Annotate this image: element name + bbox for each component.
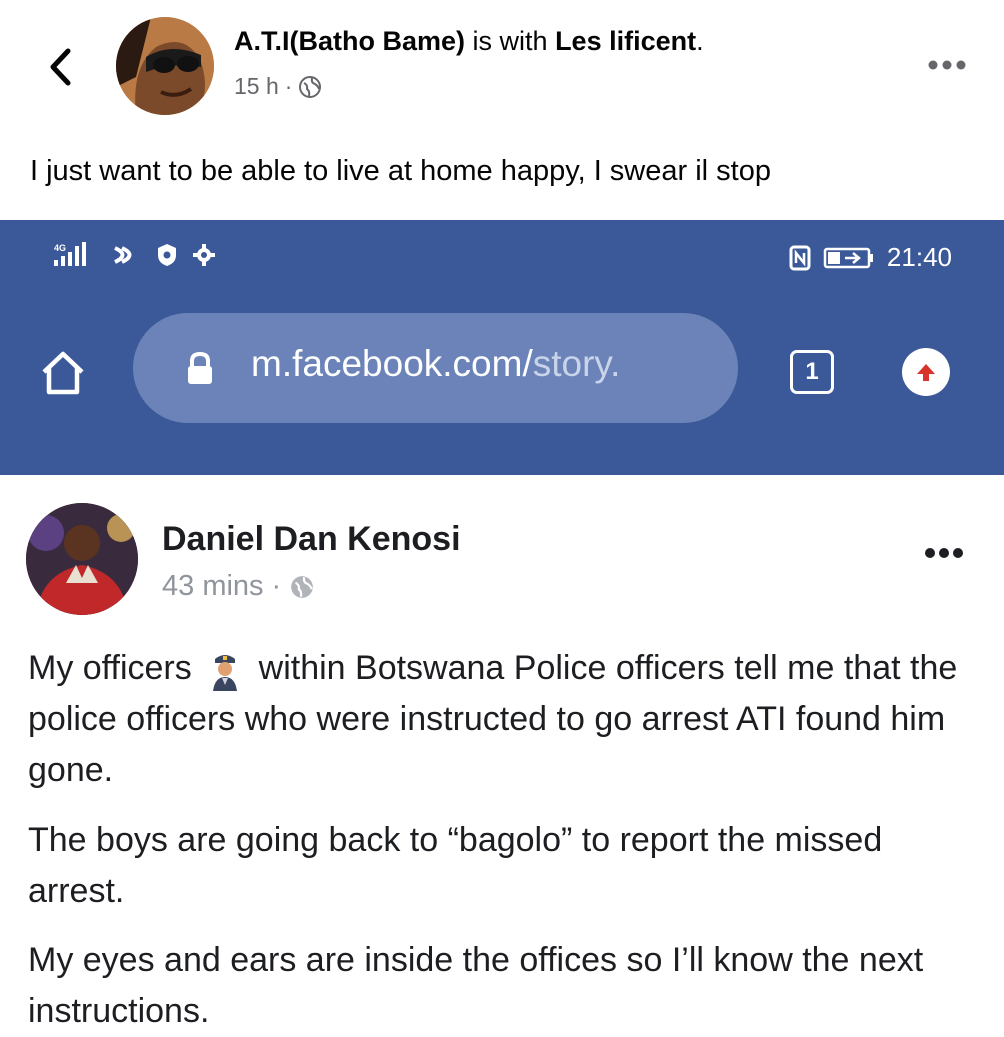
shield-icon (158, 244, 176, 266)
period: . (696, 26, 704, 56)
more-icon (928, 60, 966, 70)
globe-icon (291, 575, 314, 598)
browser-tabs-button[interactable]: 1 (790, 350, 834, 394)
inner-post: Daniel Dan Kenosi 43 mins · My officers … (0, 475, 1004, 1030)
inner-paragraph-2: The boys are going back to “bagolo” to r… (28, 821, 883, 910)
url-main: m.facebook.com/ (251, 343, 533, 384)
post-meta: 15 h · (234, 73, 322, 100)
battery-icon (823, 247, 873, 268)
author-name[interactable]: A.T.I(Batho Bame) (234, 26, 465, 56)
lock-icon (188, 351, 212, 384)
inner-author-name[interactable]: Daniel Dan Kenosi (162, 520, 461, 559)
meta-dot: · (284, 73, 293, 99)
home-icon (42, 351, 84, 395)
inner-post-time[interactable]: 43 mins (162, 570, 264, 603)
url-rest: story. (532, 343, 621, 384)
globe-icon (299, 75, 322, 98)
svg-text:4G: 4G (54, 243, 66, 253)
inner-paragraph-1: My officers within Botswana Police offic… (28, 643, 978, 796)
status-bar-left: 4G (52, 240, 216, 270)
tagged-name[interactable]: Les lificent (555, 26, 696, 56)
with-text: is with (465, 26, 556, 56)
inner-paragraph-3: My eyes and ears are inside the offices … (28, 941, 924, 1030)
signal-icon: 4G (54, 242, 86, 266)
para1-start: My officers (28, 649, 192, 687)
post-caption: I just want to be able to live at home h… (30, 155, 771, 187)
url-text: m.facebook.com/story. (251, 343, 620, 385)
nfc-icon (789, 245, 811, 270)
post-header: A.T.I(Batho Bame) is with Les lificent. … (0, 0, 1004, 130)
police-officer-emoji (213, 655, 238, 692)
status-time: 21:40 (886, 242, 952, 272)
post-more-button[interactable] (922, 50, 972, 80)
more-icon (925, 548, 963, 558)
back-arrow-icon (50, 48, 71, 86)
inner-post-more-button[interactable] (918, 543, 970, 563)
inner-meta-dot: · (271, 570, 282, 602)
attached-screenshot[interactable]: 4G 21:40 m.facebook.com/story. 1 Daniel … (0, 220, 1004, 1030)
browser-home-button[interactable] (38, 348, 88, 398)
browser-top-bar: 4G 21:40 m.facebook.com/story. 1 (0, 220, 1004, 475)
author-line: A.T.I(Batho Bame) is with Les lificent. (234, 26, 704, 57)
inner-post-meta: 43 mins · (162, 570, 315, 603)
cast-icon (114, 246, 132, 264)
upload-icon (917, 364, 935, 381)
settings-icon (193, 244, 215, 266)
status-bar-right: 21:40 (789, 242, 952, 273)
browser-upload-button[interactable] (902, 348, 950, 396)
post-time[interactable]: 15 h (234, 73, 279, 100)
back-button[interactable] (38, 42, 82, 92)
tab-count: 1 (805, 358, 819, 385)
inner-author-avatar[interactable] (26, 503, 138, 615)
author-avatar[interactable] (116, 17, 214, 115)
browser-url-bar[interactable]: m.facebook.com/story. (133, 313, 738, 423)
